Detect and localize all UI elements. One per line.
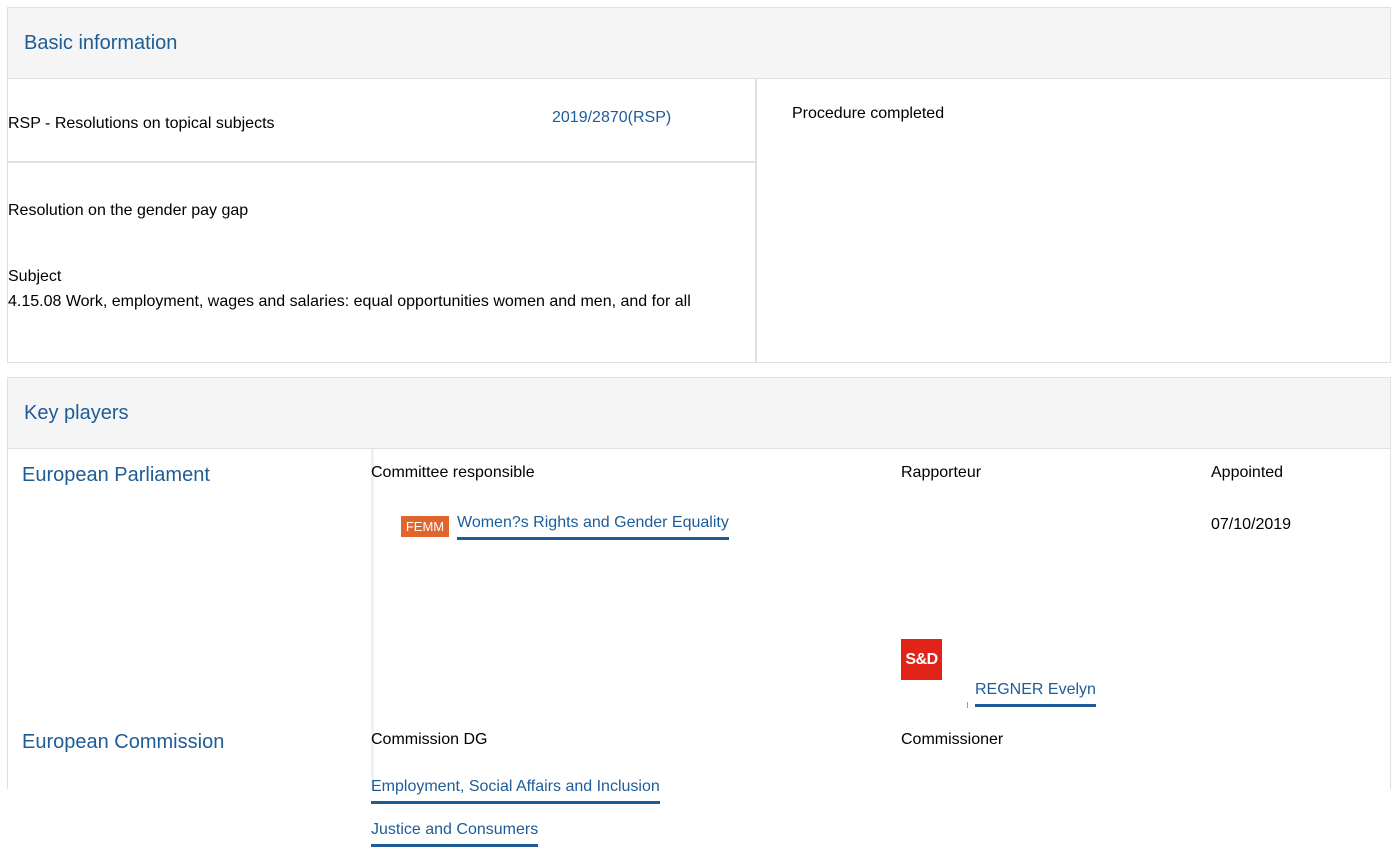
rapporteur-label: Rapporteur (901, 464, 982, 481)
committee-link[interactable]: Women?s Rights and Gender Equality (457, 514, 729, 540)
procedure-reference-link[interactable]: 2019/2870(RSP) (552, 109, 671, 127)
committee-badge: FEMM (401, 516, 449, 537)
dg-link-employment[interactable]: Employment, Social Affairs and Inclusion (371, 778, 660, 804)
commission-dg-label: Commission DG (371, 731, 488, 748)
dg-link-justice[interactable]: Justice and Consumers (371, 821, 539, 847)
basic-information-right: Procedure completed (759, 79, 1390, 362)
logo-separator (967, 702, 968, 708)
institution-parliament[interactable]: European Parliament (22, 464, 210, 487)
key-players-body: European Parliament Committee responsibl… (8, 449, 1390, 847)
appointed-date: 07/10/2019 (1211, 516, 1292, 533)
subject-value: 4.15.08 Work, employment, wages and sala… (8, 293, 691, 310)
procedure-title: Resolution on the gender pay gap (8, 202, 249, 219)
commissioner-label: Commissioner (901, 731, 1004, 748)
rapporteur-link[interactable]: REGNER Evelyn (975, 681, 1096, 707)
committee-responsible-label: Committee responsible (371, 464, 535, 481)
subject-label: Subject (8, 268, 62, 285)
basic-information-left: RSP - Resolutions on topical subjects 20… (8, 79, 757, 362)
institution-commission[interactable]: European Commission (22, 731, 224, 754)
basic-information-header: Basic information (8, 8, 1390, 79)
procedure-row: RSP - Resolutions on topical subjects 20… (8, 79, 755, 163)
procedure-type: RSP - Resolutions on topical subjects (8, 115, 275, 132)
key-players-panel: Key players European Parliament Committe… (7, 377, 1391, 847)
procedure-status: Procedure completed (792, 105, 945, 122)
appointed-label: Appointed (1211, 464, 1284, 481)
political-group-logo: S&D (901, 639, 942, 680)
key-players-header: Key players (8, 378, 1390, 449)
basic-information-panel: Basic information RSP - Resolutions on t… (7, 7, 1391, 363)
